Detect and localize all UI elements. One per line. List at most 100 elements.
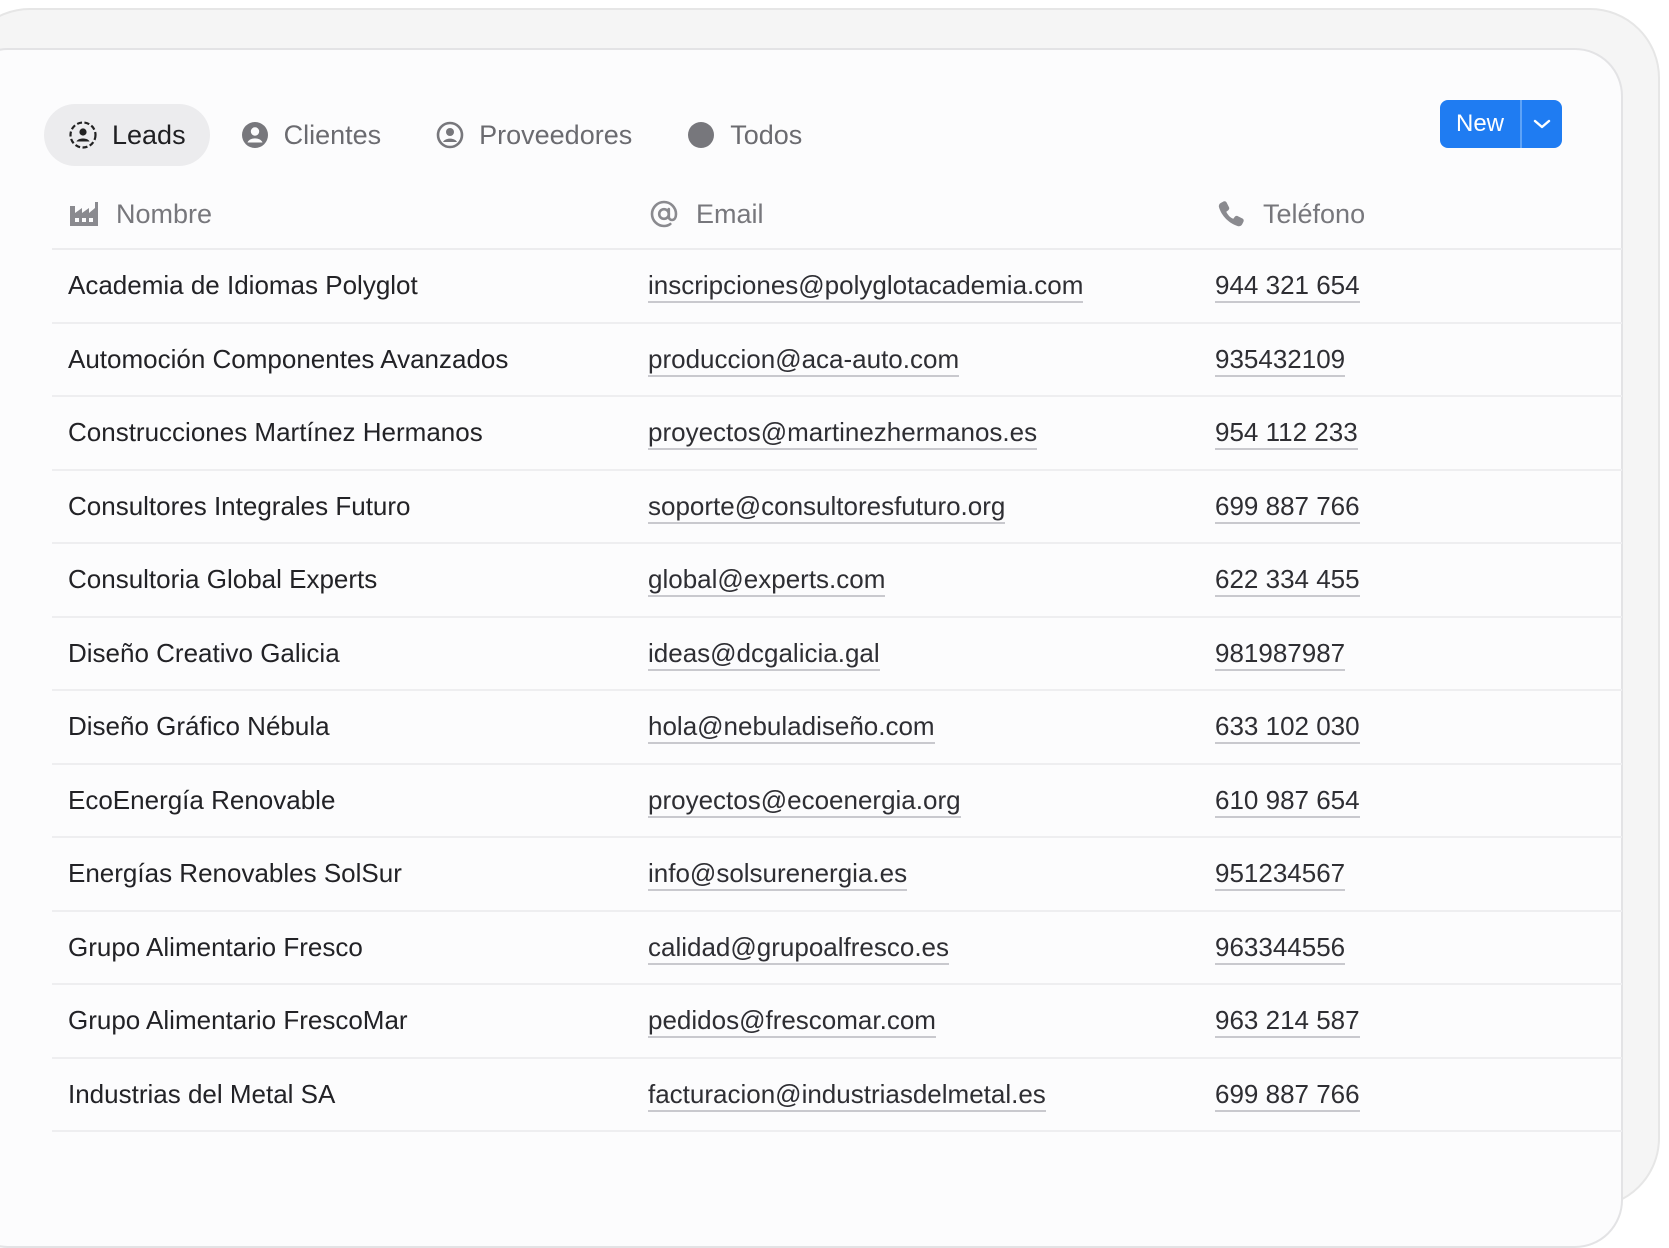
company-name: Construcciones Martínez Hermanos — [68, 417, 483, 448]
email-link[interactable]: calidad@grupoalfresco.es — [648, 931, 950, 965]
new-button[interactable]: New — [1440, 100, 1520, 148]
phone-cell: 954 112 233 — [1199, 417, 1622, 451]
tab-clientes[interactable]: Clientes — [216, 104, 406, 166]
phone-link[interactable]: 954 112 233 — [1215, 417, 1358, 451]
email-cell: global@experts.com — [632, 564, 1199, 598]
phone-link[interactable]: 963 214 587 — [1215, 1005, 1360, 1039]
tab-label: Clientes — [283, 119, 382, 150]
column-header-phone[interactable]: Teléfono — [1199, 198, 1622, 230]
column-label: Nombre — [116, 198, 213, 229]
company-name: Energías Renovables SolSur — [68, 858, 402, 889]
email-link[interactable]: ideas@dcgalicia.gal — [648, 637, 880, 671]
phone-link[interactable]: 935432109 — [1215, 343, 1346, 377]
email-cell: inscripciones@polyglotacademia.com — [632, 270, 1199, 304]
email-link[interactable]: soporte@consultoresfuturo.org — [648, 490, 1006, 524]
email-cell: calidad@grupoalfresco.es — [632, 931, 1199, 965]
phone-link[interactable]: 963344556 — [1215, 931, 1346, 965]
column-header-email[interactable]: Email — [632, 198, 1199, 230]
phone-link[interactable]: 951234567 — [1215, 858, 1346, 892]
table-row[interactable]: Diseño Creativo Galicia ideas@dcgalicia.g… — [52, 618, 1622, 691]
email-cell: hola@nebuladiseño.com — [632, 711, 1199, 745]
contacts-table: Nombre Email Teléfono Academia de Idioma… — [52, 180, 1622, 1132]
table-row[interactable]: Construcciones Martínez Hermanos proyecto… — [52, 397, 1622, 471]
company-name: Automoción Componentes Avanzados — [68, 343, 509, 374]
phone-cell: 981987987 — [1199, 637, 1622, 671]
tab-proveedores[interactable]: Proveedores — [411, 104, 656, 166]
phone-icon — [1218, 201, 1244, 227]
column-label: Email — [696, 198, 764, 229]
email-link[interactable]: hola@nebuladiseño.com — [648, 711, 935, 745]
table-body: Academia de Idiomas Polyglot inscripcione… — [52, 250, 1622, 1132]
email-cell: pedidos@frescomar.com — [632, 1005, 1199, 1039]
table-row[interactable]: Diseño Gráfico Nébula hola@nebuladiseño.c… — [52, 691, 1622, 765]
phone-cell: 610 987 654 — [1199, 784, 1622, 818]
email-link[interactable]: proyectos@ecoenergia.org — [648, 784, 961, 818]
new-dropdown-button[interactable] — [1522, 100, 1562, 148]
new-split-button: New — [1440, 100, 1563, 148]
company-name: Diseño Creativo Galicia — [68, 637, 340, 668]
phone-cell: 633 102 030 — [1199, 711, 1622, 745]
email-link[interactable]: info@solsurenergia.es — [648, 858, 908, 892]
table-row[interactable]: Consultoria Global Experts global@experts… — [52, 544, 1622, 618]
phone-link[interactable]: 633 102 030 — [1215, 711, 1360, 745]
user-circle-icon — [436, 121, 464, 149]
phone-cell: 963344556 — [1199, 931, 1622, 965]
email-link[interactable]: proyectos@martinezhermanos.es — [648, 417, 1038, 451]
table-row[interactable]: Grupo Alimentario Fresco calidad@grupoalf… — [52, 912, 1622, 985]
company-name: Consultores Integrales Futuro — [68, 490, 411, 521]
company-name: Industrias del Metal SA — [68, 1078, 336, 1109]
table-header: Nombre Email Teléfono — [52, 180, 1622, 250]
phone-cell: 944 321 654 — [1199, 270, 1622, 304]
email-cell: proyectos@ecoenergia.org — [632, 784, 1199, 818]
filter-tabs: Leads Clientes Proveedores Todos — [44, 104, 826, 166]
phone-cell: 699 887 766 — [1199, 1078, 1622, 1112]
email-link[interactable]: global@experts.com — [648, 564, 886, 598]
email-link[interactable]: pedidos@frescomar.com — [648, 1005, 936, 1039]
phone-cell: 963 214 587 — [1199, 1005, 1622, 1039]
table-row[interactable]: Energías Renovables SolSur info@solsurene… — [52, 838, 1622, 912]
company-name: Consultoria Global Experts — [68, 564, 378, 595]
email-cell: info@solsurenergia.es — [632, 858, 1199, 892]
company-name: EcoEnergía Renovable — [68, 784, 336, 815]
dot-icon — [688, 122, 715, 148]
table-row[interactable]: Grupo Alimentario FrescoMar pedidos@fresc… — [52, 985, 1622, 1059]
at-icon — [650, 200, 678, 228]
email-link[interactable]: produccion@aca-auto.com — [648, 343, 960, 377]
phone-cell: 951234567 — [1199, 858, 1622, 892]
phone-link[interactable]: 981987987 — [1215, 637, 1346, 671]
phone-cell: 699 887 766 — [1199, 490, 1622, 524]
phone-link[interactable]: 699 887 766 — [1215, 490, 1360, 524]
phone-cell: 622 334 455 — [1199, 564, 1622, 598]
leads-icon — [69, 121, 97, 149]
user-icon — [241, 122, 268, 148]
column-label: Teléfono — [1263, 198, 1366, 229]
table-row[interactable]: Automoción Componentes Avanzados producci… — [52, 324, 1622, 397]
tab-label: Proveedores — [479, 119, 633, 150]
phone-link[interactable]: 699 887 766 — [1215, 1078, 1360, 1112]
phone-link[interactable]: 944 321 654 — [1215, 270, 1360, 304]
phone-link[interactable]: 610 987 654 — [1215, 784, 1360, 818]
company-name: Grupo Alimentario Fresco — [68, 931, 363, 962]
email-cell: produccion@aca-auto.com — [632, 343, 1199, 377]
email-link[interactable]: facturacion@industriasdelmetal.es — [648, 1078, 1046, 1112]
table-row[interactable]: Consultores Integrales Futuro soporte@con… — [52, 471, 1622, 544]
email-link[interactable]: inscripciones@polyglotacademia.com — [648, 270, 1084, 304]
factory-icon — [70, 202, 98, 226]
new-button-label: New — [1456, 110, 1505, 137]
email-cell: ideas@dcgalicia.gal — [632, 637, 1199, 671]
email-cell: proyectos@martinezhermanos.es — [632, 417, 1199, 451]
tab-leads[interactable]: Leads — [44, 104, 210, 166]
column-header-name[interactable]: Nombre — [52, 198, 632, 230]
company-name: Academia de Idiomas Polyglot — [68, 270, 418, 301]
table-row[interactable]: Academia de Idiomas Polyglot inscripcione… — [52, 250, 1622, 324]
chevron-down-icon — [1533, 119, 1551, 129]
company-name: Diseño Gráfico Nébula — [68, 711, 330, 742]
table-row[interactable]: Industrias del Metal SA facturacion@indus… — [52, 1059, 1622, 1132]
main-content: Leads Clientes Proveedores Todos New Nom… — [0, 88, 1622, 1132]
phone-link[interactable]: 622 334 455 — [1215, 564, 1360, 598]
tab-todos[interactable]: Todos — [662, 104, 826, 166]
email-cell: soporte@consultoresfuturo.org — [632, 490, 1199, 524]
tab-label: Todos — [730, 119, 803, 150]
table-row[interactable]: EcoEnergía Renovable proyectos@ecoenergia… — [52, 765, 1622, 838]
phone-cell: 935432109 — [1199, 343, 1622, 377]
